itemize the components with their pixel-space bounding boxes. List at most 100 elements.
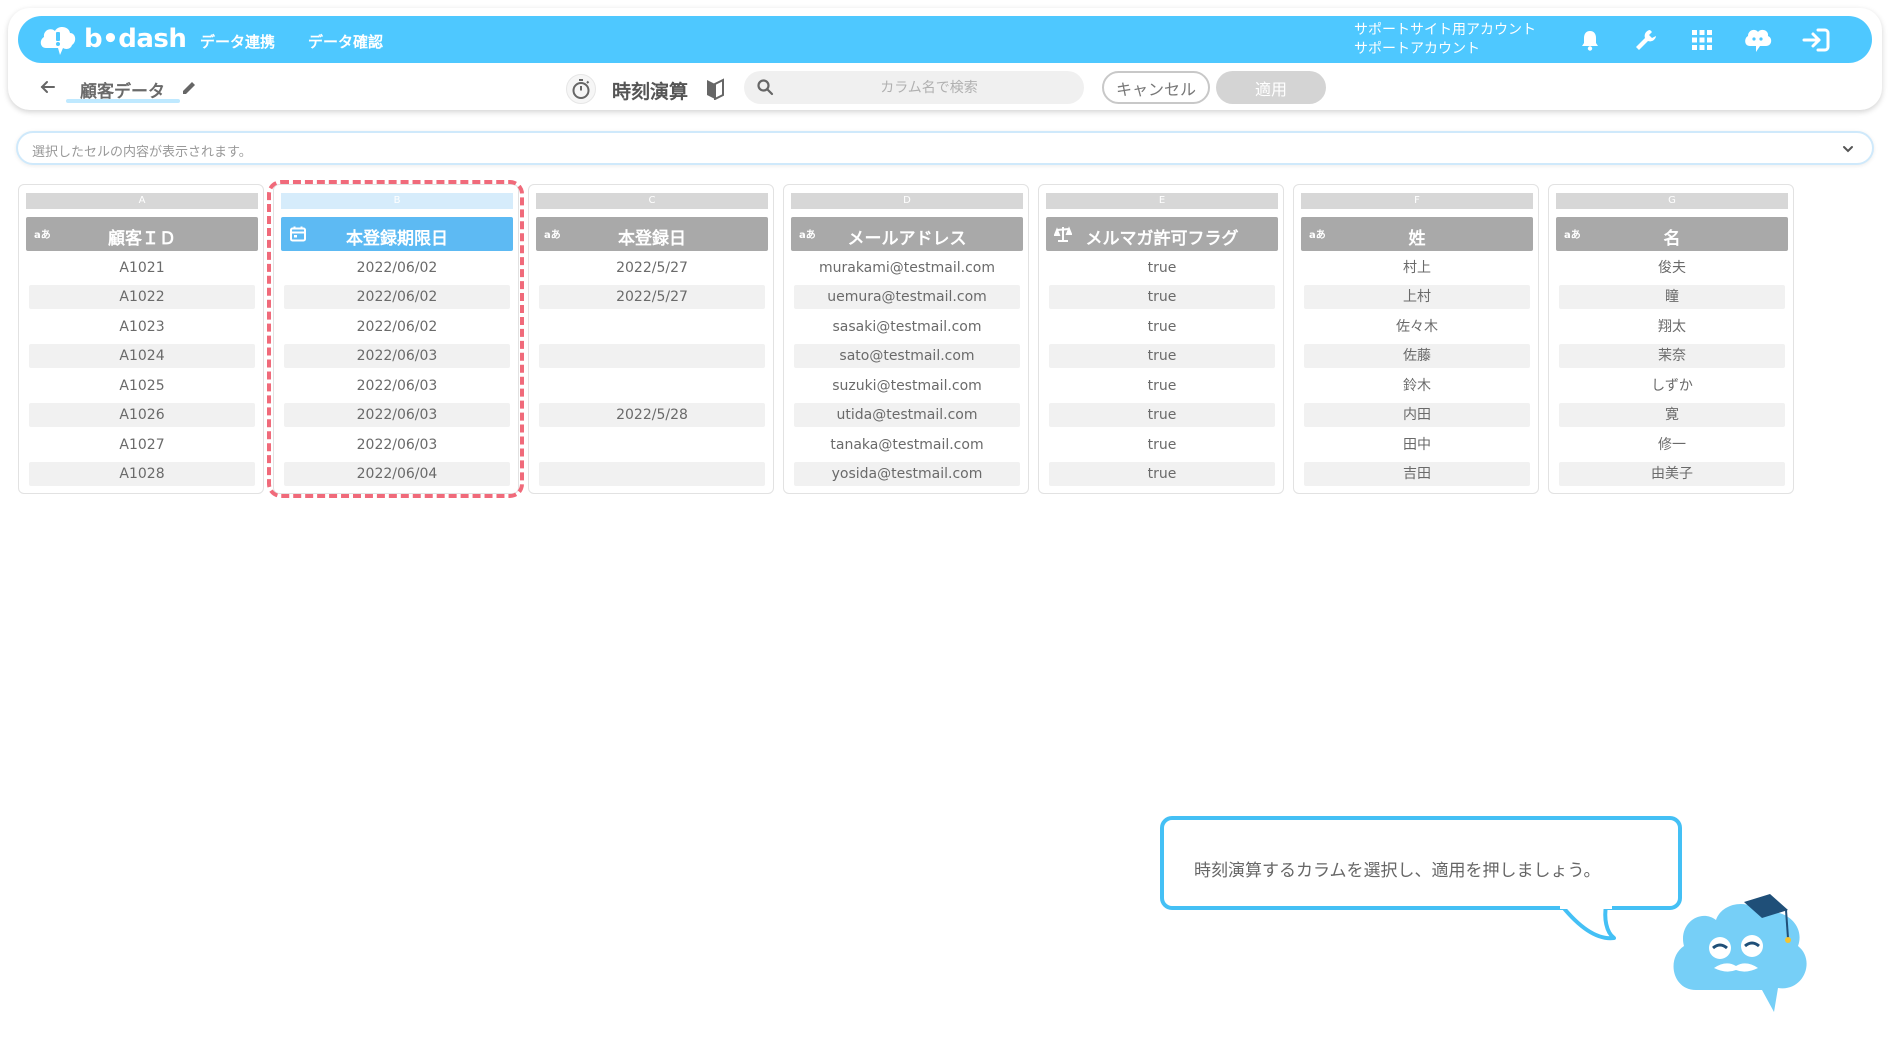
column-header[interactable]: aあ名 [1556, 217, 1788, 251]
cell-content-text: 選択したセルの内容が表示されます。 [32, 145, 252, 160]
column-a[interactable]: Aaあ 顧客ＩＤ A1021 A1022 A1023 A1024 A1025 A1026 A10… [18, 184, 264, 494]
table-cell[interactable]: true [1049, 403, 1275, 427]
column-letter: D [791, 193, 1023, 209]
table-cell[interactable]: A1026 [29, 403, 255, 427]
mascot-character-icon [1673, 894, 1807, 1012]
column-c[interactable]: Caあ 本登録日 2022/5/27 2022/5/27 2022/5/28 [528, 184, 774, 494]
column-letter: E [1046, 193, 1278, 209]
table-cell[interactable]: 修一 [1559, 433, 1785, 457]
logo-cloud-icon [40, 27, 76, 55]
column-d[interactable]: Daあ メールアドレス murakami@testmail.com uemura@te… [783, 184, 1029, 494]
table-cell[interactable]: true [1049, 374, 1275, 398]
table-cell[interactable]: 寛 [1559, 403, 1785, 427]
table-cell[interactable]: 2022/5/28 [539, 403, 765, 427]
table-cell[interactable]: A1021 [29, 256, 255, 280]
table-cell[interactable]: true [1049, 315, 1275, 339]
account-site-name: サポートサイト用アカウント [1354, 22, 1536, 38]
table-cell[interactable]: 茉奈 [1559, 344, 1785, 368]
table-cell[interactable]: yosida@testmail.com [794, 462, 1020, 486]
table-cell[interactable]: 2022/5/27 [539, 285, 765, 309]
table-cell[interactable]: 由美子 [1559, 462, 1785, 486]
pencil-icon[interactable] [180, 79, 198, 97]
table-cell[interactable]: true [1049, 285, 1275, 309]
table-cell[interactable] [539, 433, 765, 457]
table-cell[interactable]: true [1049, 462, 1275, 486]
table-cell[interactable]: tanaka@testmail.com [794, 433, 1020, 457]
column-f[interactable]: Faあ姓村上上村佐々木佐藤鈴木内田田中吉田 [1293, 184, 1539, 494]
table-cell[interactable]: 佐藤 [1304, 344, 1530, 368]
table-cell[interactable]: A1025 [29, 374, 255, 398]
table-cell[interactable]: true [1049, 433, 1275, 457]
table-cell[interactable]: sato@testmail.com [794, 344, 1020, 368]
table-cell[interactable]: 俊夫 [1559, 256, 1785, 280]
column-title: 本登録日 [618, 229, 686, 249]
column-header[interactable]: aあ メールアドレス [791, 217, 1023, 251]
cancel-button[interactable]: キャンセル [1102, 71, 1210, 104]
table-cell[interactable]: uemura@testmail.com [794, 285, 1020, 309]
search-icon [756, 78, 774, 96]
table-cell[interactable]: sasaki@testmail.com [794, 315, 1020, 339]
tooltip-text: 時刻演算するカラムを選択し、適用を押しましょう。 [1194, 861, 1601, 881]
bdash-logo[interactable]: b•dash [38, 22, 187, 56]
nav-data-integration[interactable]: データ連携 [200, 31, 275, 52]
column-e[interactable]: E メルマガ許可フラグ true true true true true true true tr… [1038, 184, 1284, 494]
table-cell[interactable]: 村上 [1304, 256, 1530, 280]
table-cell[interactable]: しずか [1559, 374, 1785, 398]
column-header[interactable]: メルマガ許可フラグ [1046, 217, 1278, 251]
logout-icon[interactable] [1800, 24, 1832, 56]
table-cell[interactable]: 内田 [1304, 403, 1530, 427]
tooltip-bubble: 時刻演算するカラムを選択し、適用を押しましょう。 [1160, 816, 1682, 910]
column-header[interactable]: aあ 本登録日 [536, 217, 768, 251]
logo-text: b•dash [84, 24, 187, 54]
column-g[interactable]: Gaあ名俊夫瞳翔太茉奈しずか寛修一由美子 [1548, 184, 1794, 494]
apply-button[interactable]: 適用 [1216, 71, 1326, 104]
column-search[interactable] [744, 71, 1084, 104]
table-cell[interactable]: murakami@testmail.com [794, 256, 1020, 280]
nav-data-check[interactable]: データ確認 [308, 31, 383, 52]
table-cell[interactable]: 翔太 [1559, 315, 1785, 339]
column-letter: G [1556, 193, 1788, 209]
table-cell[interactable] [539, 374, 765, 398]
table-cell[interactable]: 吉田 [1304, 462, 1530, 486]
column-letter: A [26, 193, 258, 209]
table-cell[interactable]: suzuki@testmail.com [794, 374, 1020, 398]
cell-content-bar[interactable]: 選択したセルの内容が表示されます。 [16, 131, 1874, 165]
table-cell[interactable]: 2022/5/27 [539, 256, 765, 280]
table-cell[interactable]: true [1049, 344, 1275, 368]
column-title: 名 [1663, 229, 1681, 249]
column-header[interactable]: aあ姓 [1301, 217, 1533, 251]
stopwatch-icon [566, 74, 596, 104]
column-title: 姓 [1408, 229, 1426, 249]
table-cell[interactable]: A1028 [29, 462, 255, 486]
table-cell[interactable]: 佐々木 [1304, 315, 1530, 339]
table-cell[interactable] [539, 344, 765, 368]
grid-icon[interactable] [1686, 24, 1718, 56]
table-cell[interactable]: true [1049, 256, 1275, 280]
bell-icon[interactable] [1574, 24, 1606, 56]
table-cell[interactable]: 上村 [1304, 285, 1530, 309]
table-cell[interactable]: A1024 [29, 344, 255, 368]
table-cell[interactable]: utida@testmail.com [794, 403, 1020, 427]
table-cell[interactable]: A1022 [29, 285, 255, 309]
table-cell[interactable]: 瞳 [1559, 285, 1785, 309]
account-user-name: サポートアカウント [1354, 41, 1480, 57]
column-letter: F [1301, 193, 1533, 209]
table-cell[interactable]: 田中 [1304, 433, 1530, 457]
back-arrow-icon[interactable] [38, 77, 58, 97]
wrench-icon[interactable] [1630, 24, 1662, 56]
table-cell[interactable]: A1023 [29, 315, 255, 339]
column-title: メールアドレス [847, 229, 967, 249]
table-cell[interactable] [539, 315, 765, 339]
operation-title: 時刻演算 [612, 81, 689, 103]
table-cell[interactable]: A1027 [29, 433, 255, 457]
beginner-mark-icon[interactable] [706, 78, 724, 101]
top-navigation-bar: b•dash データ連携 データ確認 サポートサイト用アカウント サポートアカウ… [18, 16, 1872, 63]
table-cell[interactable] [539, 462, 765, 486]
column-title: 顧客ＩＤ [108, 229, 176, 249]
column-header[interactable]: aあ 顧客ＩＤ [26, 217, 258, 251]
account-info[interactable]: サポートサイト用アカウント サポートアカウント [1354, 21, 1536, 59]
search-input[interactable] [784, 71, 1074, 104]
chevron-down-icon[interactable] [1840, 141, 1856, 157]
table-cell[interactable]: 鈴木 [1304, 374, 1530, 398]
chat-icon[interactable] [1742, 24, 1774, 56]
